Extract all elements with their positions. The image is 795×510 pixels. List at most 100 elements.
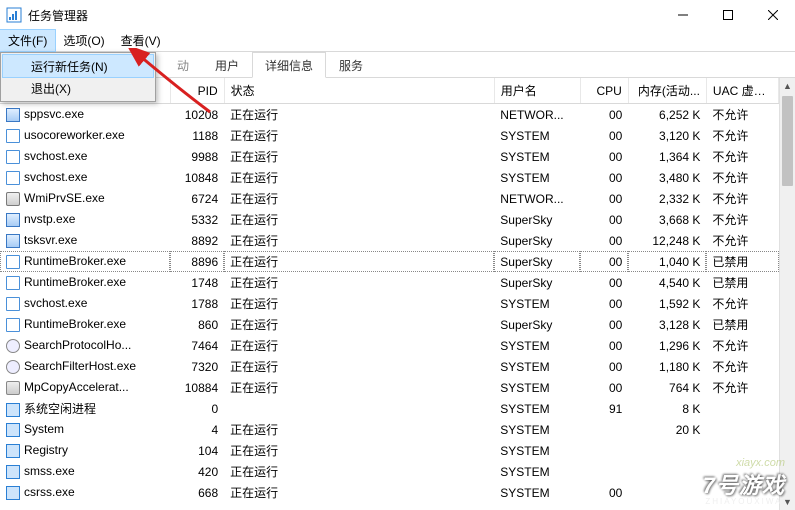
table-row[interactable]: smss.exe420正在运行SYSTEM	[0, 461, 779, 482]
menu-run-new-task[interactable]: 运行新任务(N)	[3, 55, 153, 77]
cell-name: smss.exe	[0, 461, 170, 482]
table-row[interactable]: Registry104正在运行SYSTEM	[0, 440, 779, 461]
table-row[interactable]: SearchProtocolHo...7464正在运行SYSTEM001,296…	[0, 335, 779, 356]
table-row[interactable]: svchost.exe10848正在运行SYSTEM003,480 K不允许	[0, 167, 779, 188]
process-icon	[6, 403, 20, 417]
cell-mem: 3,120 K	[628, 125, 706, 146]
table-row[interactable]: RuntimeBroker.exe1748正在运行SuperSky004,540…	[0, 272, 779, 293]
col-uac[interactable]: UAC 虚拟化	[706, 78, 778, 104]
process-icon	[6, 192, 20, 206]
cell-status: 正在运行	[224, 209, 494, 230]
table-row[interactable]: RuntimeBroker.exe8896正在运行SuperSky001,040…	[0, 251, 779, 272]
cell-mem: 1,364 K	[628, 146, 706, 167]
vertical-scrollbar[interactable]: ▲ ▼	[779, 78, 795, 510]
tab-services[interactable]: 服务	[326, 52, 376, 78]
cell-cpu: 00	[580, 482, 628, 503]
cell-user: SYSTEM	[494, 377, 580, 398]
close-button[interactable]	[750, 0, 795, 30]
scroll-thumb[interactable]	[782, 96, 793, 186]
cell-mem: 6,252 K	[628, 104, 706, 126]
tab-details[interactable]: 详细信息	[252, 52, 326, 78]
menu-exit[interactable]: 退出(X)	[3, 77, 153, 99]
cell-cpu: 00	[580, 272, 628, 293]
table-row[interactable]: nvstp.exe5332正在运行SuperSky003,668 K不允许	[0, 209, 779, 230]
process-table: 名称 PID 状态 用户名 CPU 内存(活动... UAC 虚拟化 sppsv…	[0, 78, 779, 503]
cell-status: 正在运行	[224, 251, 494, 272]
table-row[interactable]: SearchFilterHost.exe7320正在运行SYSTEM001,18…	[0, 356, 779, 377]
cell-uac	[706, 482, 778, 503]
col-status[interactable]: 状态	[224, 78, 494, 104]
cell-name: System	[0, 419, 170, 440]
cell-uac: 已禁用	[706, 314, 778, 335]
table-row[interactable]: svchost.exe1788正在运行SYSTEM001,592 K不允许	[0, 293, 779, 314]
cell-cpu: 00	[580, 230, 628, 251]
cell-name: nvstp.exe	[0, 209, 170, 230]
table-row[interactable]: WmiPrvSE.exe6724正在运行NETWOR...002,332 K不允…	[0, 188, 779, 209]
cell-status: 正在运行	[224, 230, 494, 251]
col-pid[interactable]: PID	[170, 78, 224, 104]
process-icon	[6, 234, 20, 248]
cell-pid: 7464	[170, 335, 224, 356]
cell-mem: 20 K	[628, 419, 706, 440]
cell-mem	[628, 461, 706, 482]
cell-status: 正在运行	[224, 104, 494, 126]
cell-status: 正在运行	[224, 419, 494, 440]
cell-pid: 420	[170, 461, 224, 482]
menu-view[interactable]: 查看(V)	[113, 30, 169, 51]
scroll-up-arrow[interactable]: ▲	[780, 78, 795, 94]
process-icon	[6, 276, 20, 290]
cell-uac: 不允许	[706, 146, 778, 167]
menubar: 文件(F) 运行新任务(N) 退出(X) 选项(O) 查看(V)	[0, 30, 795, 52]
menu-options[interactable]: 选项(O)	[55, 30, 112, 51]
cell-pid: 4	[170, 419, 224, 440]
cell-name: SearchProtocolHo...	[0, 335, 170, 356]
process-icon	[6, 465, 20, 479]
process-icon	[6, 171, 20, 185]
cell-user: SYSTEM	[494, 356, 580, 377]
cell-user: SYSTEM	[494, 335, 580, 356]
cell-user: SYSTEM	[494, 398, 580, 419]
process-icon	[6, 423, 20, 437]
process-icon	[6, 486, 20, 500]
tab-users[interactable]: 用户	[202, 52, 252, 78]
table-row[interactable]: sppsvc.exe10208正在运行NETWOR...006,252 K不允许	[0, 104, 779, 126]
cell-name: csrss.exe	[0, 482, 170, 503]
cell-pid: 10884	[170, 377, 224, 398]
cell-cpu: 00	[580, 251, 628, 272]
cell-pid: 8892	[170, 230, 224, 251]
cell-user: SYSTEM	[494, 419, 580, 440]
col-cpu[interactable]: CPU	[580, 78, 628, 104]
table-row[interactable]: tsksvr.exe8892正在运行SuperSky0012,248 K不允许	[0, 230, 779, 251]
cell-name: tsksvr.exe	[0, 230, 170, 251]
titlebar: 任务管理器	[0, 0, 795, 30]
tab-obscured[interactable]: 动	[164, 52, 202, 78]
cell-name: 系统空闲进程	[0, 398, 170, 419]
table-row[interactable]: 系统空闲进程0SYSTEM918 K	[0, 398, 779, 419]
scroll-down-arrow[interactable]: ▼	[780, 494, 795, 510]
cell-mem: 1,180 K	[628, 356, 706, 377]
menu-file[interactable]: 文件(F) 运行新任务(N) 退出(X)	[0, 30, 55, 51]
table-row[interactable]: csrss.exe668正在运行SYSTEM00	[0, 482, 779, 503]
maximize-button[interactable]	[705, 0, 750, 30]
cell-cpu	[580, 461, 628, 482]
col-memory[interactable]: 内存(活动...	[628, 78, 706, 104]
cell-cpu	[580, 440, 628, 461]
table-row[interactable]: usocoreworker.exe1188正在运行SYSTEM003,120 K…	[0, 125, 779, 146]
task-manager-icon	[6, 7, 22, 23]
table-row[interactable]: MpCopyAccelerat...10884正在运行SYSTEM00764 K…	[0, 377, 779, 398]
cell-cpu: 00	[580, 335, 628, 356]
col-user[interactable]: 用户名	[494, 78, 580, 104]
table-row[interactable]: RuntimeBroker.exe860正在运行SuperSky003,128 …	[0, 314, 779, 335]
cell-user: SYSTEM	[494, 146, 580, 167]
cell-mem: 1,592 K	[628, 293, 706, 314]
cell-mem: 4,540 K	[628, 272, 706, 293]
cell-mem	[628, 440, 706, 461]
cell-mem	[628, 482, 706, 503]
cell-uac: 已禁用	[706, 251, 778, 272]
table-row[interactable]: System4正在运行SYSTEM 20 K	[0, 419, 779, 440]
cell-name: MpCopyAccelerat...	[0, 377, 170, 398]
table-row[interactable]: svchost.exe9988正在运行SYSTEM001,364 K不允许	[0, 146, 779, 167]
cell-mem: 2,332 K	[628, 188, 706, 209]
minimize-button[interactable]	[660, 0, 705, 30]
cell-cpu: 00	[580, 209, 628, 230]
